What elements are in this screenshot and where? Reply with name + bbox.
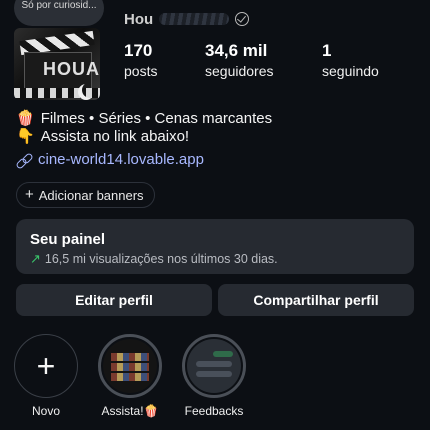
- edit-profile-button[interactable]: Editar perfil: [16, 284, 212, 316]
- bio-line: 🍿 Filmes • Séries • Cenas marcantes: [16, 110, 416, 128]
- profile-link[interactable]: cine-world14.lovable.app: [16, 151, 204, 168]
- avatar-text: HOUA: [43, 59, 100, 79]
- username-redaction: [159, 13, 230, 25]
- highlight-ring: [98, 334, 162, 398]
- highlight-assista[interactable]: Assista!🍿: [98, 334, 162, 418]
- highlight-ring: [182, 334, 246, 398]
- stat-label: posts: [124, 63, 158, 79]
- pointing-down-emoji: 👇: [16, 128, 35, 145]
- add-banners-button[interactable]: + Adicionar banners: [16, 182, 155, 208]
- story-highlights: + Novo Assista!🍿 Feedbacks: [14, 334, 246, 418]
- profile-note-bubble[interactable]: Só por curiosid...: [14, 0, 104, 26]
- highlight-new[interactable]: + Novo: [14, 334, 78, 418]
- stat-label: seguindo: [322, 63, 379, 79]
- link-text: cine-world14.lovable.app: [38, 151, 204, 168]
- stat-following[interactable]: 1 seguindo: [322, 40, 379, 80]
- dashboard-subtitle: 16,5 mi visualizações nos últimos 30 dia…: [44, 252, 278, 266]
- highlight-thumbnail: [187, 339, 241, 393]
- highlight-label: Feedbacks: [184, 404, 244, 418]
- bio-text: Filmes • Séries • Cenas marcantes: [40, 110, 273, 127]
- stat-label: seguidores: [205, 63, 274, 79]
- bio-text: Assista no link abaixo!: [40, 128, 190, 145]
- add-banners-label: Adicionar banners: [38, 187, 144, 203]
- bio-line: 👇 Assista no link abaixo!: [16, 128, 416, 146]
- link-icon: [16, 152, 32, 168]
- moon-icon: [82, 82, 98, 98]
- stat-value: 34,6 mil: [205, 41, 268, 60]
- dashboard-title: Seu painel: [30, 231, 106, 248]
- username: Hou: [124, 10, 154, 28]
- trend-up-icon: ↗: [30, 251, 41, 266]
- profile-stats: 170 posts 34,6 mil seguidores 1 seguindo: [124, 40, 379, 80]
- highlight-label: Novo: [31, 404, 60, 418]
- highlight-label: Assista!🍿: [101, 404, 159, 418]
- highlight-thumbnail: [103, 339, 157, 393]
- stat-followers[interactable]: 34,6 mil seguidores: [205, 40, 322, 80]
- stat-posts[interactable]: 170 posts: [124, 40, 205, 80]
- profile-actions: Editar perfil Compartilhar perfil: [16, 284, 414, 316]
- stat-value: 1: [322, 41, 332, 60]
- plus-icon: +: [25, 186, 34, 203]
- highlight-ring: +: [14, 334, 78, 398]
- avatar-board: HOUA: [24, 52, 99, 90]
- dashboard-subtitle-row: ↗ 16,5 mi visualizações nos últimos 30 d…: [30, 251, 400, 267]
- stat-value: 170: [124, 41, 153, 60]
- plus-icon: +: [36, 348, 56, 384]
- verified-check-icon: [235, 12, 250, 26]
- dashboard-card[interactable]: Seu painel ↗ 16,5 mi visualizações nos ú…: [16, 219, 414, 274]
- username-row[interactable]: Hou: [124, 8, 250, 30]
- share-profile-button[interactable]: Compartilhar perfil: [218, 284, 414, 316]
- highlight-feedbacks[interactable]: Feedbacks: [182, 334, 246, 418]
- popcorn-emoji: 🍿: [16, 110, 35, 127]
- profile-bio: 🍿 Filmes • Séries • Cenas marcantes 👇 As…: [16, 110, 416, 146]
